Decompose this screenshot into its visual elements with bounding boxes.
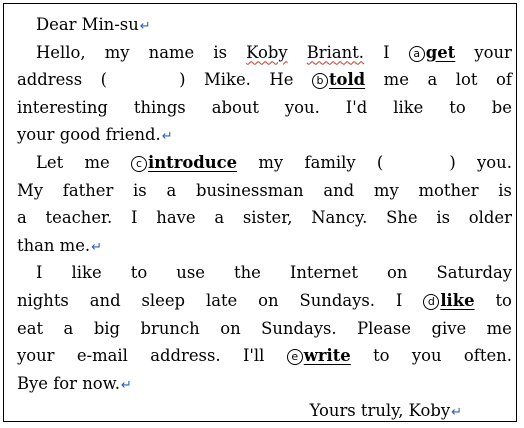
paragraph-mark-icon: ↵ (91, 239, 103, 255)
circled-letter-b: b (311, 73, 328, 90)
letter-line-12: your e-mail address. I'll e write to you … (17, 342, 512, 370)
blank-d: d like (423, 287, 475, 315)
letter-line-6: My father is a businessman and my mother… (17, 180, 512, 200)
letter-line-7: a teacher. I have a sister, Nancy. She i… (17, 208, 512, 228)
circled-letter-a: a (408, 45, 425, 62)
blank-a: a get (408, 39, 455, 67)
letter-line-10: nights and sleep late on Sundays. I d lik… (17, 287, 512, 315)
paragraph-mark-icon: ↵ (161, 129, 173, 145)
letter-closing-line: Yours truly, Koby↵ (17, 397, 512, 425)
letter-line-3: interesting things about you. I'd like t… (17, 97, 512, 117)
letter-line-2: address () Mike. He b told me a lot of (17, 66, 512, 94)
circled-letter-d: d (423, 293, 440, 310)
paragraph-mark-icon: ↵ (120, 377, 132, 393)
letter-line-8: than me.↵ (17, 235, 103, 255)
letter-frame: Dear Min-su↵ Hello, my name is Koby Bria… (3, 3, 517, 422)
circled-letter-e: e (286, 349, 303, 366)
closing-signature: Yours truly, Koby↵ (309, 401, 462, 421)
letter-body: Dear Min-su↵ Hello, my name is Koby Bria… (17, 11, 512, 425)
blank-c: c introduce (131, 149, 237, 177)
spell-check-word: Koby (246, 42, 288, 62)
letter-line-13: Bye for now.↵ (17, 373, 132, 393)
paragraph-mark-icon: ↵ (451, 405, 462, 421)
letter-line-9: I like to use the Internet on Saturday (36, 263, 512, 283)
spell-check-word: Briant. (306, 42, 364, 62)
blank-e: e write (286, 342, 351, 370)
salutation: Dear Min-su↵ (36, 15, 151, 34)
letter-line-5: Let me c introduce my family () you. (17, 149, 512, 177)
letter-line-1: Hello, my name is Koby Briant. I a get yo… (17, 39, 512, 67)
paragraph-mark-icon: ↵ (139, 19, 151, 34)
letter-line-11: eat a big brunch on Sundays. Please give… (17, 318, 512, 338)
blank-b: b told (311, 66, 365, 94)
circled-letter-c: c (131, 155, 148, 172)
letter-line-4: your good friend.↵ (17, 125, 173, 145)
